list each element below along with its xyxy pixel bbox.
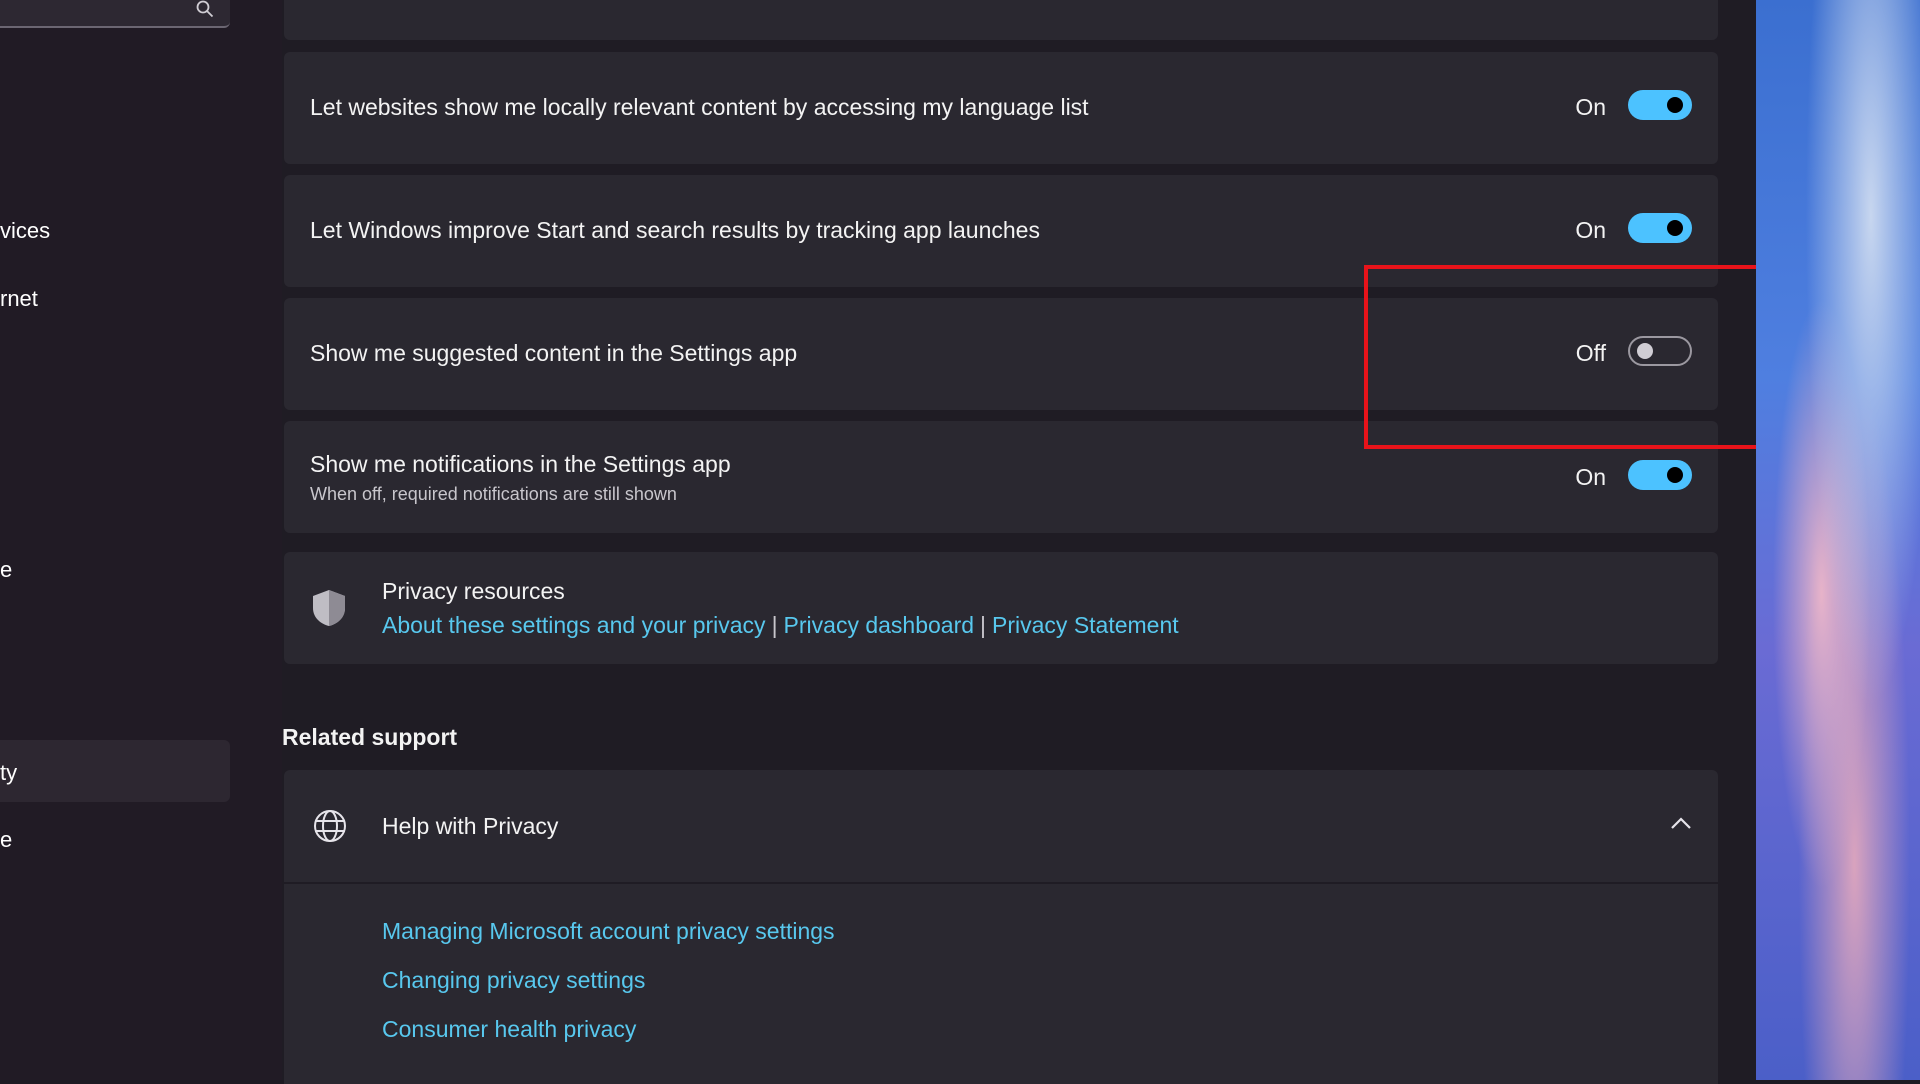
setting-sublabel: When off, required notifications are sti… (310, 484, 677, 504)
privacy-resources-title: Privacy resources (382, 578, 565, 604)
setting-label: Show me suggested content in the Setting… (310, 340, 798, 366)
notifications-toggle[interactable] (1628, 460, 1692, 490)
help-with-privacy-title: Help with Privacy (382, 813, 559, 839)
help-with-privacy-links: Managing Microsoft account privacy setti… (284, 884, 1718, 1084)
sidebar-item-internet[interactable]: rnet (0, 286, 38, 312)
link-separator: | (771, 612, 778, 638)
search-icon (196, 0, 214, 18)
privacy-resources-card: Privacy resources About these settings a… (284, 552, 1718, 664)
related-support-heading: Related support (282, 724, 458, 750)
sidebar-item-windows-update[interactable]: e (0, 827, 12, 853)
toggle-state-text: On (1575, 464, 1606, 490)
sidebar-item-privacy-security[interactable]: ty (0, 760, 17, 786)
sidebar-selected-highlight (0, 740, 230, 802)
toggle-state-text: On (1575, 94, 1606, 120)
managing-account-privacy-link[interactable]: Managing Microsoft account privacy setti… (382, 918, 835, 945)
privacy-resources-links: About these settings and your privacy | Pr… (382, 612, 1179, 639)
desktop-wallpaper (1756, 0, 1920, 1080)
setting-label: Let websites show me locally relevant co… (310, 94, 1089, 120)
link-separator: | (980, 612, 987, 638)
setting-card-language-list: Let websites show me locally relevant co… (284, 52, 1718, 164)
sidebar: vices rnet e ty e (0, 0, 282, 1080)
help-with-privacy-header[interactable]: Help with Privacy (284, 770, 1718, 882)
search-input[interactable] (0, 0, 230, 28)
toggle-knob (1667, 220, 1683, 236)
toggle-state-text: On (1575, 217, 1606, 243)
language-list-toggle[interactable] (1628, 90, 1692, 120)
setting-card-partial (284, 0, 1718, 40)
privacy-dashboard-link[interactable]: Privacy dashboard (784, 612, 975, 638)
sidebar-item-devices[interactable]: vices (0, 218, 50, 244)
setting-label: Show me notifications in the Settings ap… (310, 451, 731, 477)
changing-privacy-settings-link[interactable]: Changing privacy settings (382, 967, 645, 994)
consumer-health-privacy-link[interactable]: Consumer health privacy (382, 1016, 636, 1043)
shield-icon (313, 590, 345, 626)
highlight-annotation-box (1364, 265, 1805, 449)
app-launches-toggle[interactable] (1628, 213, 1692, 243)
privacy-statement-link[interactable]: Privacy Statement (992, 612, 1179, 638)
about-settings-link[interactable]: About these settings and your privacy (382, 612, 766, 638)
chevron-up-icon[interactable] (1670, 816, 1692, 830)
toggle-knob (1667, 467, 1683, 483)
sidebar-item-partial[interactable]: e (0, 557, 12, 583)
globe-icon (314, 810, 346, 842)
setting-label: Let Windows improve Start and search res… (310, 217, 1040, 243)
toggle-knob (1667, 97, 1683, 113)
main-content: Let websites show me locally relevant co… (282, 0, 1756, 1084)
